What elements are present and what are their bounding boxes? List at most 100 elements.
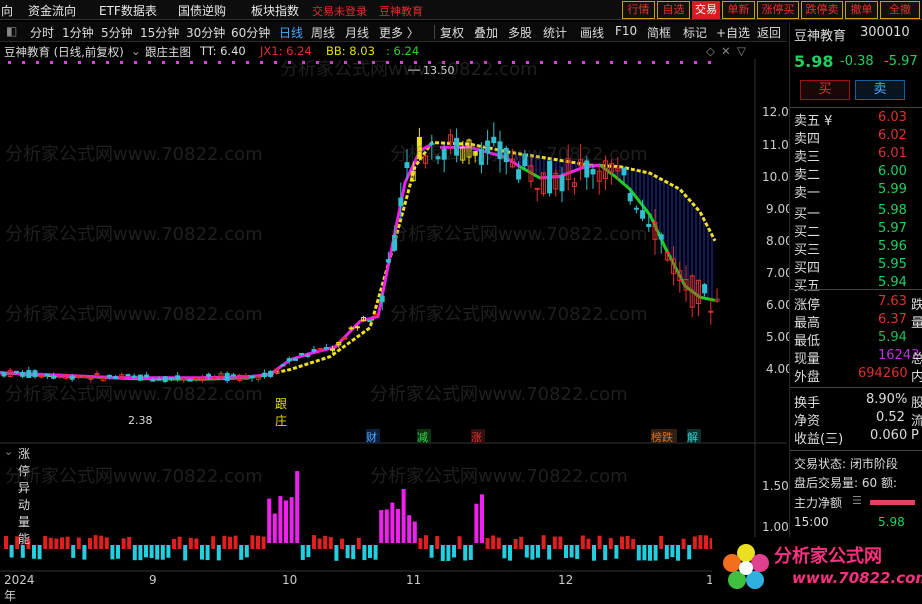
tool-adjust[interactable]: 复权	[440, 24, 464, 41]
buy-button[interactable]: 买	[800, 80, 850, 100]
close-panel-icon[interactable]: ✕	[721, 44, 731, 58]
indicator-val: : 6.24	[386, 44, 420, 58]
candle-body	[497, 141, 503, 160]
volume-bar	[558, 536, 563, 549]
volume-tick: 1.00	[762, 520, 789, 534]
top-marker	[50, 61, 53, 64]
candle-body	[20, 371, 26, 377]
period-monthly[interactable]: 月线	[345, 24, 369, 41]
candle-body	[354, 326, 360, 329]
volume-bar	[704, 535, 708, 549]
tool-back[interactable]: 返回	[757, 24, 781, 41]
menu-item-sector-index[interactable]: 板块指数	[251, 2, 299, 19]
tool-f10[interactable]: F10	[615, 24, 637, 38]
candle-body	[113, 376, 119, 380]
event-reduce[interactable]: 减	[417, 429, 431, 444]
period-15min[interactable]: 15分钟	[140, 24, 179, 41]
candle-body	[82, 376, 88, 379]
top-marker	[582, 61, 585, 64]
btn-cancel-order[interactable]: 撤单	[845, 1, 878, 19]
ask-price[interactable]: 6.03	[878, 110, 907, 125]
candle-body	[94, 372, 100, 375]
top-marker	[596, 61, 599, 64]
volume-bar	[547, 545, 552, 560]
period-5min[interactable]: 5分钟	[101, 24, 133, 41]
tool-mark[interactable]: 标记	[683, 24, 707, 41]
settings-diamond-icon[interactable]: ◇	[706, 44, 715, 58]
candle-body	[590, 168, 596, 175]
btn-trade[interactable]: 交易	[692, 1, 720, 19]
toolbar-divider	[434, 25, 435, 39]
indicator-name[interactable]: 跟庄主图	[145, 44, 191, 60]
candle-body	[516, 169, 522, 180]
menu-icon[interactable]: ☰	[852, 494, 862, 507]
btn-watchlist[interactable]: 自选	[657, 1, 690, 19]
menu-item-xiang[interactable]: 向	[1, 2, 13, 19]
tool-draw[interactable]: 画线	[580, 24, 604, 41]
event-earnings[interactable]: 财	[366, 429, 380, 444]
tool-add-watchlist[interactable]: +自选	[716, 24, 750, 41]
volume-bar	[261, 536, 266, 549]
period-timeshare[interactable]: 分时	[30, 24, 54, 41]
period-weekly[interactable]: 周线	[311, 24, 335, 41]
event-unlock[interactable]: 解	[687, 429, 701, 444]
chart-header: 豆神教育 (日线,前复权) ⌄ 跟庄主图 TT: 6.40 JX1: 6.24 …	[0, 43, 787, 59]
tool-simple-box[interactable]: 简框	[647, 24, 671, 41]
ask-price[interactable]: 5.99	[878, 182, 907, 197]
btn-limit-up-buy[interactable]: 涨停买	[757, 1, 799, 19]
bid-price[interactable]: 5.94	[878, 275, 907, 290]
ask-price[interactable]: 6.01	[878, 146, 907, 161]
menu-item-etf[interactable]: ETF数据表	[99, 2, 157, 19]
menu-item-repo[interactable]: 国债逆购	[178, 2, 226, 19]
stat-tail: 流	[911, 414, 922, 429]
period-30min[interactable]: 30分钟	[186, 24, 225, 41]
top-marker	[260, 61, 263, 64]
top-marker	[638, 61, 641, 64]
btn-limit-down-sell[interactable]: 跌停卖	[801, 1, 843, 19]
indicator-dropdown-icon[interactable]: ⌄	[131, 44, 141, 58]
bid-price[interactable]: 5.95	[878, 257, 907, 272]
volume-bar	[552, 536, 557, 549]
tool-statistics[interactable]: 统计	[543, 24, 567, 41]
event-list-drop[interactable]: 榜跌	[651, 429, 677, 444]
menu-item-fund-flow[interactable]: 资金流向	[28, 2, 76, 19]
volume-bar	[43, 535, 48, 549]
ask-price[interactable]: 6.02	[878, 128, 907, 143]
bid-price[interactable]: 5.97	[878, 221, 907, 236]
btn-new-order[interactable]: 单新	[722, 1, 755, 19]
candle-body	[658, 234, 664, 240]
ask-price[interactable]: 6.00	[878, 164, 907, 179]
bid-price[interactable]: 5.96	[878, 239, 907, 254]
indicator-bb: BB: 8.03	[326, 44, 375, 58]
sell-button[interactable]: 卖	[855, 80, 905, 100]
volume-bar	[569, 545, 574, 558]
volume-bar	[160, 545, 165, 560]
period-60min[interactable]: 60分钟	[231, 24, 270, 41]
sub-chart-icon[interactable]: ⌄	[4, 445, 13, 458]
btn-quote[interactable]: 行情	[622, 1, 655, 19]
period-more[interactable]: 更多 〉	[379, 24, 419, 41]
nav-down-icon[interactable]: ▽	[737, 44, 746, 58]
candle-body	[367, 320, 373, 323]
tool-multi-stock[interactable]: 多股	[508, 24, 532, 41]
candle-body	[175, 375, 181, 380]
panel-toggle-icon[interactable]: ◧	[6, 24, 17, 38]
btn-cancel-all[interactable]: 全撤	[880, 1, 920, 19]
volume-bar	[250, 535, 255, 549]
bid-price[interactable]: 5.98	[878, 203, 907, 218]
event-rise[interactable]: 涨	[471, 429, 485, 444]
pct-change: -5.97	[884, 54, 918, 69]
bid-level-label: 买五	[794, 279, 821, 294]
candle-body	[398, 197, 404, 207]
flower-logo-icon	[723, 544, 769, 589]
tool-overlay[interactable]: 叠加	[474, 24, 498, 41]
kline-chart[interactable]	[0, 59, 787, 595]
period-1min[interactable]: 1分钟	[62, 24, 94, 41]
volume-bar	[144, 545, 148, 558]
current-stock-label: 豆神教育	[379, 5, 423, 18]
top-marker	[568, 61, 571, 64]
volume-bar	[48, 537, 53, 549]
volume-bar	[216, 545, 221, 561]
period-daily[interactable]: 日线	[279, 24, 303, 41]
volume-bar	[457, 536, 462, 549]
